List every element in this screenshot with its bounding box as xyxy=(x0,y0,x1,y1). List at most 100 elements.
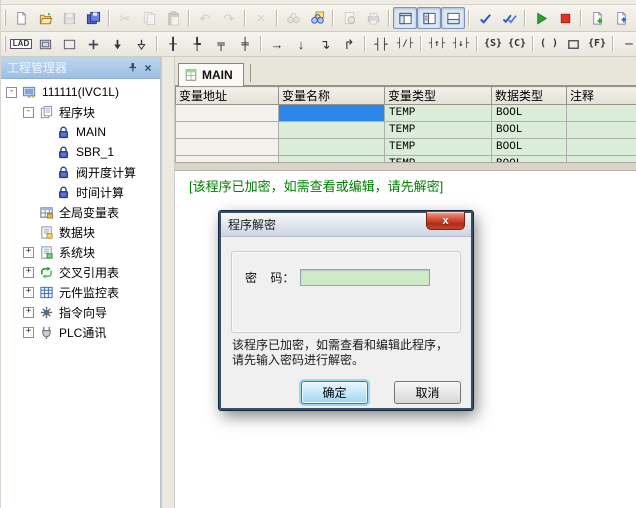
table-cell[interactable] xyxy=(567,122,636,139)
table-cell[interactable] xyxy=(567,156,636,164)
expand-icon[interactable]: + xyxy=(23,327,34,338)
lad-mode-button[interactable]: LAD xyxy=(9,33,33,55)
expand-icon[interactable]: + xyxy=(23,247,34,258)
upload-icon xyxy=(614,11,629,26)
contact-nc-button[interactable]: ┤/├ xyxy=(393,33,417,55)
expand-icon[interactable]: + xyxy=(23,267,34,278)
tree-item-label: 阀开度计算 xyxy=(76,164,136,181)
tree-item-program-blocks[interactable]: -程序块 xyxy=(1,102,160,122)
expand-icon[interactable]: + xyxy=(23,287,34,298)
table-cell[interactable] xyxy=(176,105,279,122)
column-header[interactable]: 变量类型 xyxy=(385,87,492,105)
line-right-button[interactable]: → xyxy=(265,33,289,55)
new-button[interactable] xyxy=(9,7,33,29)
tree-item-program-sbr1[interactable]: SBR_1 xyxy=(1,142,160,162)
tab-main[interactable]: MAIN xyxy=(178,63,244,86)
table-cell[interactable]: BOOL xyxy=(492,122,567,139)
contact-falling-button[interactable]: ┤↓├ xyxy=(449,33,473,55)
run-button[interactable] xyxy=(529,7,553,29)
close-icon[interactable]: × xyxy=(140,60,156,75)
table-cell[interactable]: BOOL xyxy=(492,156,567,164)
delete-network-button[interactable]: ╪ xyxy=(233,33,257,55)
open-button[interactable] xyxy=(33,7,57,29)
function-block-button[interactable] xyxy=(561,33,585,55)
save-all-button[interactable] xyxy=(81,7,105,29)
select-box-button[interactable] xyxy=(57,33,81,55)
tree-item-cross-reference-table[interactable]: +交叉引用表 xyxy=(1,262,160,282)
f-instruction-button[interactable]: {F} xyxy=(585,33,609,55)
contact-no-button[interactable]: ┤├ xyxy=(369,33,393,55)
panel-splitter[interactable] xyxy=(161,57,175,508)
pin-icon[interactable] xyxy=(124,60,140,75)
project-manager-titlebar[interactable]: 工程管理器 × xyxy=(1,57,160,79)
line-turn-up-button[interactable]: ↱ xyxy=(337,33,361,55)
tree-item-system-block[interactable]: +系统块 xyxy=(1,242,160,262)
selected-cell[interactable] xyxy=(279,105,385,122)
table-cell[interactable]: TEMP xyxy=(385,156,492,164)
upload-button[interactable] xyxy=(609,7,633,29)
coil-button[interactable]: ( ) xyxy=(537,33,561,55)
down-arrow-outline-button[interactable] xyxy=(129,33,153,55)
cancel-button[interactable]: 取消 xyxy=(394,381,461,404)
insert-network-button[interactable]: ╄ xyxy=(185,33,209,55)
table-cell[interactable] xyxy=(567,105,636,122)
dialog-close-icon[interactable]: x xyxy=(426,212,465,230)
tree-item-device-monitor-table[interactable]: +元件监控表 xyxy=(1,282,160,302)
table-cell[interactable] xyxy=(176,139,279,156)
find-replace-button[interactable] xyxy=(305,7,329,29)
column-header[interactable]: 变量名称 xyxy=(279,87,385,105)
tree-item-program-valve-opening-calc[interactable]: 阀开度计算 xyxy=(1,162,160,182)
plc-comm-icon xyxy=(39,325,54,340)
contact-rising-button[interactable]: ┤↑├ xyxy=(425,33,449,55)
tree-item-global-variable-table[interactable]: 全局变量表 xyxy=(1,202,160,222)
column-header[interactable]: 注释 xyxy=(567,87,636,105)
line-down-button[interactable]: ↓ xyxy=(289,33,313,55)
tree-item-program-main[interactable]: MAIN xyxy=(1,122,160,142)
delete-row-button[interactable]: ╤ xyxy=(209,33,233,55)
table-cell[interactable]: TEMP xyxy=(385,139,492,156)
compile-all-button[interactable] xyxy=(497,7,521,29)
column-header[interactable]: 数据类型 xyxy=(492,87,567,105)
compile-button[interactable] xyxy=(473,7,497,29)
tree-item-program-time-calc[interactable]: 时间计算 xyxy=(1,182,160,202)
count-instruction-button[interactable]: {C} xyxy=(505,33,529,55)
expand-icon[interactable]: + xyxy=(23,307,34,318)
crosshair-button[interactable] xyxy=(81,33,105,55)
password-groupbox: 密 码： xyxy=(231,251,461,333)
column-header[interactable]: 变量地址 xyxy=(176,87,279,105)
toggle-info-window-button[interactable] xyxy=(417,7,441,29)
dialog-titlebar[interactable]: 程序解密 x xyxy=(221,213,471,237)
password-input[interactable] xyxy=(300,269,430,286)
tree-item-plc-communication[interactable]: +PLC通讯 xyxy=(1,322,160,342)
table-cell[interactable] xyxy=(567,139,636,156)
line-turn-down-button[interactable]: ↴ xyxy=(313,33,337,55)
table-cell[interactable] xyxy=(176,122,279,139)
stop-button[interactable] xyxy=(553,7,577,29)
down-arrow-filled-button[interactable] xyxy=(105,33,129,55)
f-brace-icon: {F} xyxy=(588,39,606,49)
table-cell[interactable]: TEMP xyxy=(385,122,492,139)
comment-box-button[interactable] xyxy=(33,33,57,55)
table-cell[interactable] xyxy=(279,122,385,139)
collapse-icon[interactable]: - xyxy=(23,107,34,118)
table-cell[interactable]: TEMP xyxy=(385,105,492,122)
table-cell[interactable] xyxy=(279,139,385,156)
table-cell[interactable] xyxy=(279,156,385,164)
tree-item-data-block[interactable]: 数据块 xyxy=(1,222,160,242)
h-line-button[interactable]: ─ xyxy=(617,33,636,55)
download-button[interactable] xyxy=(585,7,609,29)
table-cell[interactable]: BOOL xyxy=(492,105,567,122)
set-instruction-button[interactable]: {S} xyxy=(481,33,505,55)
insert-row-button[interactable]: ╂ xyxy=(161,33,185,55)
collapse-icon[interactable]: - xyxy=(6,87,17,98)
tree-item-project-root[interactable]: -111111(IVC1L) xyxy=(1,82,160,102)
toolbar-grip[interactable] xyxy=(4,36,6,52)
toggle-project-window-button[interactable] xyxy=(393,7,417,29)
tree-item-instruction-wizard[interactable]: +指令向导 xyxy=(1,302,160,322)
ok-button[interactable]: 确定 xyxy=(301,381,368,404)
toggle-output-window-button[interactable] xyxy=(441,7,465,29)
table-cell[interactable]: BOOL xyxy=(492,139,567,156)
save-all-icon xyxy=(86,11,101,26)
table-cell[interactable] xyxy=(176,156,279,164)
toolbar-grip[interactable] xyxy=(4,10,6,26)
